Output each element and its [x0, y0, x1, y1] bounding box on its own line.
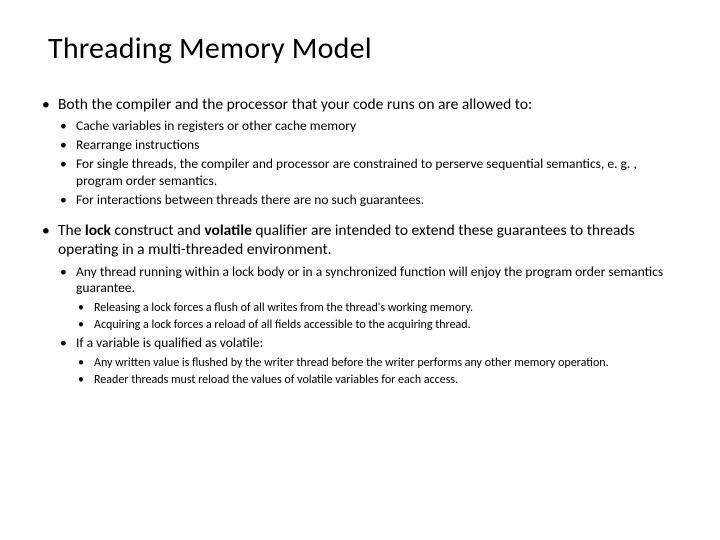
list-item-text: Rearrange instructions	[76, 136, 199, 153]
list-item-text: Cache variables in registers or other ca…	[76, 117, 356, 134]
list-item-text: Acquiring a lock forces a reload of all …	[94, 318, 471, 332]
list-item-text: Reader threads must reload the values of…	[94, 373, 458, 387]
list-item: Releasing a lock forces a flush of all w…	[76, 301, 680, 316]
list-item-text: Releasing a lock forces a flush of all w…	[94, 301, 473, 315]
list-item-text: If a variable is qualified as volatile:	[76, 334, 263, 351]
bullet-list-l2: Cache variables in registers or other ca…	[58, 118, 680, 208]
list-item: Both the compiler and the processor that…	[40, 95, 680, 209]
list-item: For single threads, the compiler and pro…	[58, 156, 680, 190]
list-item-text: Any thread running within a lock body or…	[76, 263, 663, 297]
bullet-list-l3: Any written value is flushed by the writ…	[76, 356, 680, 388]
list-item-text: Any written value is flushed by the writ…	[94, 356, 609, 370]
list-item: Any thread running within a lock body or…	[58, 264, 680, 334]
list-item-text: The lock construct and volatile qualifie…	[58, 221, 635, 259]
list-item: Any written value is flushed by the writ…	[76, 356, 680, 371]
list-item: If a variable is qualified as volatile: …	[58, 335, 680, 388]
list-item-text: For interactions between threads there a…	[76, 191, 424, 208]
slide-title: Threading Memory Model	[48, 30, 680, 67]
list-item-text: Both the compiler and the processor that…	[58, 95, 532, 114]
list-item: The lock construct and volatile qualifie…	[40, 221, 680, 388]
list-item-text: For single threads, the compiler and pro…	[76, 155, 637, 189]
list-item: Acquiring a lock forces a reload of all …	[76, 318, 680, 333]
bullet-list-l3: Releasing a lock forces a flush of all w…	[76, 301, 680, 333]
bullet-list: Both the compiler and the processor that…	[40, 95, 680, 388]
bullet-list-l2: Any thread running within a lock body or…	[58, 264, 680, 389]
list-item: Cache variables in registers or other ca…	[58, 118, 680, 135]
list-item: Reader threads must reload the values of…	[76, 373, 680, 388]
list-item: Rearrange instructions	[58, 137, 680, 154]
list-item: For interactions between threads there a…	[58, 192, 680, 209]
